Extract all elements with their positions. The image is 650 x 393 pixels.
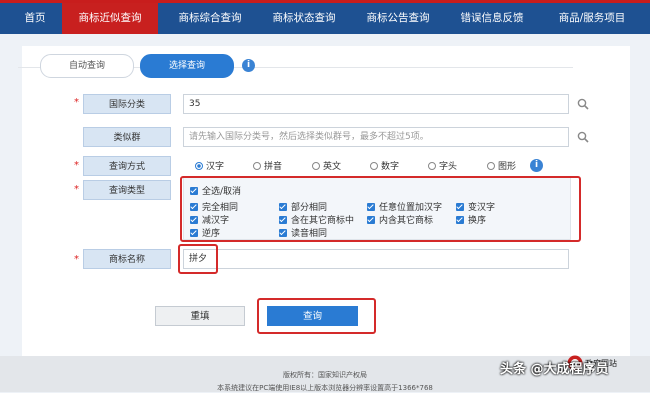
method-option-label: 字头 xyxy=(439,162,458,172)
method-label: 查询方式 xyxy=(83,156,171,176)
class-label: 国际分类 xyxy=(83,94,171,114)
required-marker: * xyxy=(74,160,79,171)
method-radio-pinyin[interactable]: 拼音 xyxy=(253,161,282,173)
group-search-icon[interactable] xyxy=(577,131,589,143)
nav-tab-similar-search[interactable]: 商标近似查询 xyxy=(62,3,158,34)
required-marker: * xyxy=(74,254,79,265)
required-marker: * xyxy=(74,184,79,195)
radio-dot xyxy=(253,162,261,170)
required-marker: * xyxy=(74,97,79,108)
group-label: 类似群 xyxy=(83,127,171,147)
watermark-text: 头条 @大成程序员 xyxy=(500,362,609,377)
nav-tab-goods-services[interactable]: 商品/服务项目 xyxy=(542,3,642,34)
group-input[interactable]: 请先输入国际分类号，然后选择类似群号，最多不超过5项。 xyxy=(183,127,569,147)
nav-tab-status-search[interactable]: 商标状态查询 xyxy=(260,3,348,34)
method-option-label: 图形 xyxy=(498,162,517,172)
method-radio-english[interactable]: 英文 xyxy=(312,161,341,173)
name-label: 商标名称 xyxy=(83,249,171,269)
trademark-name-input[interactable]: 拼夕 xyxy=(183,249,569,269)
nav-tab-announcement-search[interactable]: 商标公告查询 xyxy=(354,3,442,34)
class-input[interactable]: 35 xyxy=(183,94,569,114)
method-radio-graphic[interactable]: 图形 xyxy=(487,161,516,173)
radio-dot xyxy=(370,162,378,170)
reset-button[interactable]: 重填 xyxy=(155,306,245,326)
highlight-trademark-name xyxy=(178,244,218,274)
radio-dot xyxy=(487,162,495,170)
highlight-search-button xyxy=(257,298,376,334)
method-radio-hanzi[interactable]: 汉字 xyxy=(195,161,224,173)
nav-tab-comprehensive-search[interactable]: 商标综合查询 xyxy=(166,3,254,34)
mode-info-icon[interactable]: i xyxy=(242,59,255,72)
method-option-label: 汉字 xyxy=(206,162,225,172)
nav-tab-error-feedback[interactable]: 错误信息反馈 xyxy=(448,3,536,34)
auto-search-mode-button[interactable]: 自动查询 xyxy=(40,54,134,78)
highlight-query-type xyxy=(180,176,581,242)
select-search-mode-button[interactable]: 选择查询 xyxy=(140,54,234,78)
method-option-label: 英文 xyxy=(323,162,342,172)
nav-tab-home[interactable]: 首页 xyxy=(14,3,56,34)
radio-dot xyxy=(428,162,436,170)
radio-dot xyxy=(195,162,203,170)
method-option-label: 拼音 xyxy=(264,162,283,172)
radio-dot xyxy=(312,162,320,170)
type-label: 查询类型 xyxy=(83,180,171,200)
method-radio-initial[interactable]: 字头 xyxy=(428,161,457,173)
method-info-icon[interactable]: i xyxy=(530,159,543,172)
top-navigation: 首页 商标近似查询 商标综合查询 商标状态查询 商标公告查询 错误信息反馈 商品… xyxy=(0,0,650,34)
method-radio-number[interactable]: 数字 xyxy=(370,161,399,173)
method-option-label: 数字 xyxy=(381,162,400,172)
class-search-icon[interactable] xyxy=(577,98,589,110)
